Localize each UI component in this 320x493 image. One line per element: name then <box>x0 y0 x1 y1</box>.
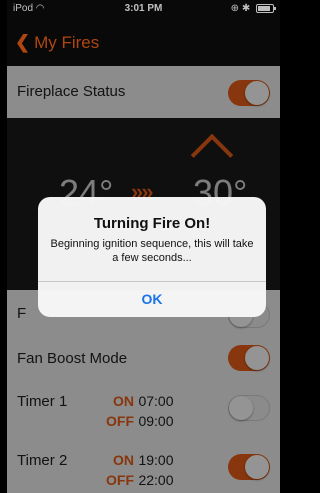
modal-overlay-top <box>7 0 280 66</box>
alert-message: Beginning ignition sequence, this will t… <box>50 238 254 264</box>
phone-screen: iPod ◠ 3:01 PM ⊕ ✱ ❮ My Fires Fireplace S… <box>7 0 280 493</box>
alert-ok-button[interactable]: OK <box>38 282 266 317</box>
alert-dialog: Turning Fire On! Beginning ignition sequ… <box>38 197 266 317</box>
alert-title: Turning Fire On! <box>93 215 211 232</box>
